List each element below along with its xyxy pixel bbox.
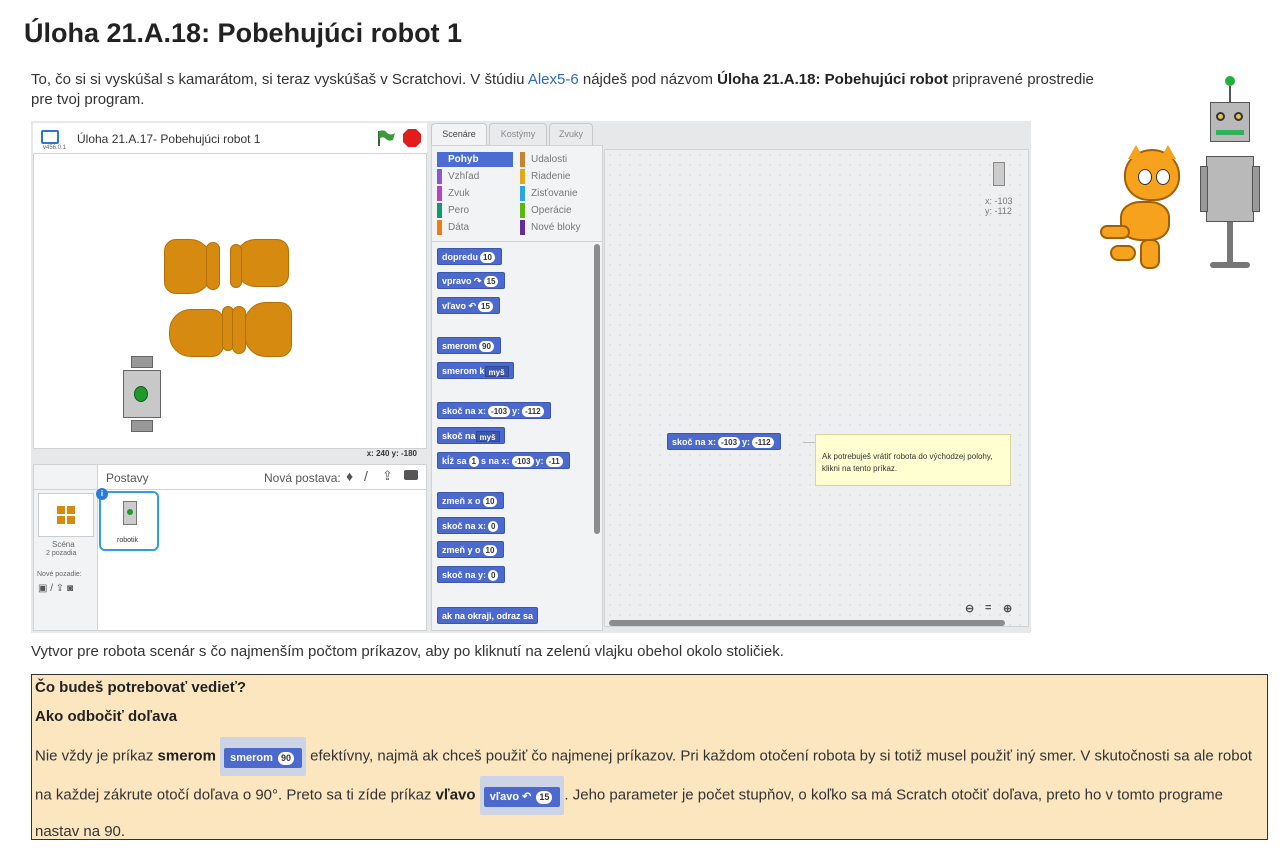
category-control[interactable]: Riadenie xyxy=(520,169,598,184)
scratch-editor: v456.0.1 Úloha 21.A.17- Pobehujúci robot… xyxy=(31,121,1031,633)
scene-label: Scéna xyxy=(52,540,75,549)
block-set-x[interactable]: skoč na x: 0 xyxy=(437,517,506,534)
category-looks[interactable]: Vzhľad xyxy=(437,169,513,184)
mouse-coords: x: 240 y: -180 xyxy=(366,449,417,458)
camera-icon[interactable] xyxy=(404,470,418,480)
chair-top-left xyxy=(164,239,212,294)
chair-bottom-right xyxy=(244,302,292,357)
cat-illustration xyxy=(1090,145,1200,275)
block-palette: Pohyb Vzhľad Zvuk Pero Dáta Udalosti Ria… xyxy=(431,145,603,631)
category-sensing[interactable]: Zisťovanie xyxy=(520,186,598,201)
stage-header: v456.0.1 Úloha 21.A.17- Pobehujúci robot… xyxy=(33,123,427,153)
robot-sprite[interactable] xyxy=(121,356,163,432)
block-turn-right[interactable]: vpravo ↷ 15 xyxy=(437,272,506,289)
chair-top-right xyxy=(234,239,289,287)
version-label: v456.0.1 xyxy=(43,145,67,151)
block-bounce[interactable]: ak na okraji, odraz sa xyxy=(437,607,539,624)
scene-thumb[interactable] xyxy=(38,493,94,537)
tab-sounds[interactable]: Zvuky xyxy=(549,123,593,145)
scripts-area[interactable]: x: -103 y: -112 skoč na x: -103 y: -112 Ak … xyxy=(604,149,1029,627)
block-set-y[interactable]: skoč na y: 0 xyxy=(437,566,506,583)
sprites-pane: Postavy Nová postava: ♦ / ⇪ Scéna 2 poza… xyxy=(33,464,427,631)
category-pen[interactable]: Pero xyxy=(437,203,513,218)
block-goto[interactable]: skoč na myš xyxy=(437,427,505,444)
info-paragraph: Nie vždy je príkaz smerom smerom 90 efek… xyxy=(35,737,1260,848)
category-events[interactable]: Udalosti xyxy=(520,152,598,167)
intro-text: To, čo si si vyskúšal s kamarátom, si te… xyxy=(31,71,1094,108)
category-motion[interactable]: Pohyb xyxy=(437,152,513,167)
block-change-y[interactable]: zmeň y o 10 xyxy=(437,541,505,558)
sprites-label: Postavy xyxy=(106,471,149,485)
new-sprite-label: Nová postava: xyxy=(264,471,341,485)
stop-icon[interactable] xyxy=(403,129,421,147)
block-glide[interactable]: kĺž sa 1 s na x: -103 y: -11 xyxy=(437,452,570,469)
tab-scripts[interactable]: Scenáre xyxy=(431,123,487,145)
tab-costumes[interactable]: Kostýmy xyxy=(489,123,547,145)
block-goto-xy[interactable]: skoč na x: -103 y: -112 xyxy=(437,402,551,419)
chair-bottom-left xyxy=(169,309,224,357)
inline-block-vlavo: vľavo ↶ 15 xyxy=(479,776,565,815)
palette-scrollbar[interactable] xyxy=(594,244,600,534)
zoom-reset-icon[interactable]: = xyxy=(985,602,991,614)
green-flag-icon[interactable] xyxy=(376,129,396,147)
backdrop-tools[interactable]: ▣ / ⇪ ◙ xyxy=(38,583,73,594)
project-title: Úloha 21.A.17- Pobehujúci robot 1 xyxy=(77,132,261,146)
scene-sub: 2 pozadia xyxy=(46,550,77,557)
comment-note[interactable]: Ak potrebuješ vrátiť robota do východzej… xyxy=(815,434,1011,486)
block-turn-left[interactable]: vľavo ↶ 15 xyxy=(437,297,500,314)
chair-back-top-left xyxy=(206,242,220,290)
sprite-preview xyxy=(993,162,1005,186)
info-box: Čo budeš potrebovať vedieť? Ako odbočiť … xyxy=(31,674,1268,840)
info-heading: Čo budeš potrebovať vedieť? xyxy=(35,679,247,696)
chair-back-top-right xyxy=(230,244,242,288)
sprite-robotik[interactable]: i robotik xyxy=(96,488,159,551)
category-data[interactable]: Dáta xyxy=(437,220,513,235)
category-more-blocks[interactable]: Nové bloky xyxy=(520,220,598,235)
robot-illustration xyxy=(1198,76,1260,272)
page-title: Úloha 21.A.18: Pobehujúci robot 1 xyxy=(24,18,463,48)
chair-back-bottom-right xyxy=(232,306,246,354)
category-sound[interactable]: Zvuk xyxy=(437,186,513,201)
block-change-x[interactable]: zmeň x o 10 xyxy=(437,492,505,509)
script-goto-xy-block[interactable]: skoč na x: -103 y: -112 xyxy=(667,433,781,450)
block-point-towards[interactable]: smerom k myš xyxy=(437,362,514,379)
task-text: Vytvor pre robota scenár s čo najmenším … xyxy=(31,643,784,660)
scripts-hscrollbar[interactable] xyxy=(609,620,1005,626)
zoom-out-icon[interactable]: ⊖ xyxy=(965,602,974,615)
zoom-in-icon[interactable]: ⊕ xyxy=(1003,602,1012,615)
block-move[interactable]: dopredu 10 xyxy=(437,248,502,265)
paint-icon[interactable]: / xyxy=(364,468,368,484)
info-subheading: Ako odbočiť doľava xyxy=(35,708,178,725)
sprite-x: x: -103 xyxy=(985,196,1013,206)
fullscreen-icon[interactable] xyxy=(41,130,59,144)
new-backdrop-label: Nové pozadie: xyxy=(37,571,82,578)
info-icon[interactable]: i xyxy=(96,488,108,500)
studio-link[interactable]: Alex5-6 xyxy=(528,71,579,88)
upload-icon[interactable]: ⇪ xyxy=(382,468,393,484)
sprite-library-icon[interactable]: ♦ xyxy=(346,468,353,484)
sprite-name: robotik xyxy=(117,537,139,544)
category-operators[interactable]: Operácie xyxy=(520,203,598,218)
block-point-direction[interactable]: smerom 90 xyxy=(437,337,501,354)
sprite-y: y: -112 xyxy=(985,206,1012,216)
stage[interactable] xyxy=(33,153,427,449)
inline-block-smerom: smerom 90 xyxy=(220,737,306,776)
